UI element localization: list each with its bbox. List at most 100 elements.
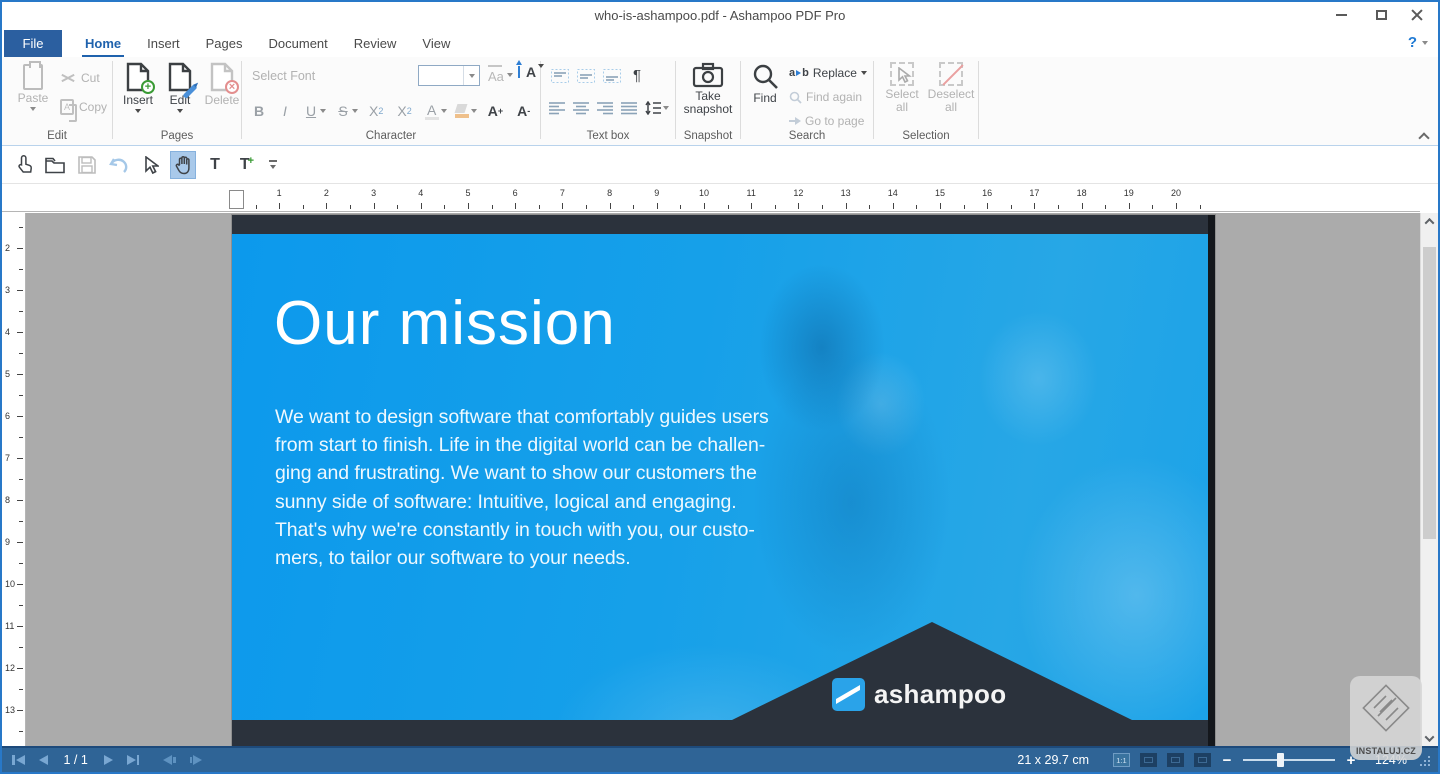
find-button[interactable]: Find: [745, 62, 785, 105]
ruler-number: 11: [5, 621, 15, 631]
collapse-ribbon-button[interactable]: [1419, 131, 1428, 140]
italic-button[interactable]: I: [276, 103, 294, 119]
copy-icon: A: [60, 99, 77, 122]
first-page-button[interactable]: [12, 755, 25, 765]
toolbar-overflow-button[interactable]: [268, 159, 280, 171]
superscript-button[interactable]: X2: [394, 103, 414, 119]
ruler-tick: [255, 205, 257, 209]
document-viewport[interactable]: Our mission We want to design software t…: [27, 213, 1420, 746]
click-tool-button[interactable]: [10, 151, 36, 179]
fit-page-button[interactable]: [1167, 753, 1184, 767]
insert-page-icon: +: [125, 62, 155, 94]
edit-page-button[interactable]: Edit: [161, 62, 199, 113]
ruler-tick: [373, 203, 375, 209]
font-combo[interactable]: [418, 65, 480, 86]
ruler-number: 7: [5, 453, 11, 463]
chevron-down-icon: [440, 109, 447, 113]
justify-button[interactable]: [621, 101, 637, 115]
textbox-align-bottom-button[interactable]: [603, 68, 621, 83]
pdf-page[interactable]: Our mission We want to design software t…: [232, 215, 1215, 746]
font-color-button[interactable]: A: [423, 102, 441, 120]
text-tool-button[interactable]: T: [202, 151, 228, 179]
resize-grip[interactable]: [1419, 755, 1430, 766]
align-left-button[interactable]: [549, 101, 565, 115]
textbox-align-middle-button[interactable]: [577, 68, 595, 83]
tab-pages[interactable]: Pages: [193, 30, 256, 57]
delete-page-button[interactable]: × Delete: [203, 62, 241, 107]
tab-review[interactable]: Review: [341, 30, 410, 57]
replace-button[interactable]: ab Replace: [789, 66, 867, 80]
maximize-button[interactable]: [1364, 2, 1398, 28]
bold-button[interactable]: B: [250, 103, 268, 119]
ruler-tick: [774, 205, 776, 209]
align-right-button[interactable]: [597, 101, 613, 115]
zoom-slider[interactable]: [1243, 753, 1335, 767]
change-case-button[interactable]: Aa: [488, 65, 513, 84]
scroll-up-button[interactable]: [1421, 213, 1438, 229]
highlight-button[interactable]: [454, 104, 471, 118]
help-button[interactable]: ?: [1408, 34, 1428, 51]
take-snapshot-button[interactable]: Take snapshot: [678, 62, 738, 116]
ashampoo-logo-icon: [832, 678, 865, 711]
fit-width-button[interactable]: [1140, 753, 1157, 767]
tab-view[interactable]: View: [409, 30, 463, 57]
zoom-out-button[interactable]: −: [1221, 752, 1233, 769]
tab-insert[interactable]: Insert: [134, 30, 193, 57]
ruler-number: 11: [746, 188, 756, 198]
ruler-number: 18: [1076, 188, 1087, 198]
ruler-tick: [1199, 205, 1201, 209]
strikethrough-button[interactable]: S: [334, 103, 352, 119]
select-all-icon: [890, 62, 914, 86]
minimize-button[interactable]: [1324, 2, 1358, 28]
tab-file[interactable]: File: [4, 30, 62, 57]
scroll-down-button[interactable]: [1421, 730, 1438, 746]
chevron-down-icon: [860, 71, 867, 75]
find-again-button[interactable]: Find again: [789, 90, 862, 104]
copy-button[interactable]: A Copy: [60, 99, 107, 122]
scrollbar-thumb[interactable]: [1423, 247, 1436, 539]
line-spacing-button[interactable]: [645, 101, 669, 115]
hand-tool-button[interactable]: [170, 151, 196, 179]
subscript-button[interactable]: X2: [366, 103, 386, 119]
actual-size-button[interactable]: 1:1: [1113, 753, 1130, 767]
open-file-button[interactable]: [42, 151, 68, 179]
facing-pages-button[interactable]: [1194, 753, 1211, 767]
ruler-number: 6: [512, 188, 518, 198]
formatting-marks-button[interactable]: ¶: [633, 67, 641, 84]
slide-body-text: We want to design software that comforta…: [275, 406, 769, 570]
tab-document[interactable]: Document: [256, 30, 341, 57]
tab-home[interactable]: Home: [72, 30, 134, 58]
deselect-all-button[interactable]: Deselect all: [928, 62, 974, 114]
zoom-slider-handle[interactable]: [1277, 753, 1284, 767]
ruler-tick: [19, 227, 23, 228]
previous-view-button[interactable]: [163, 755, 176, 765]
shrink-font-button[interactable]: A-: [514, 103, 533, 119]
grow-font-button[interactable]: A +: [485, 103, 506, 119]
insert-page-button[interactable]: + Insert: [119, 62, 157, 113]
save-button[interactable]: [74, 151, 100, 179]
align-center-button[interactable]: [573, 101, 589, 115]
go-to-page-button[interactable]: Go to page: [789, 114, 864, 128]
ruler-number: 3: [371, 188, 377, 198]
paste-button[interactable]: Paste: [12, 61, 54, 111]
select-tool-button[interactable]: [138, 151, 164, 179]
clipboard-icon: [23, 61, 43, 90]
instaluj-logo-icon: [1362, 684, 1410, 732]
vertical-scrollbar[interactable]: [1420, 213, 1438, 746]
undo-button[interactable]: [106, 151, 132, 179]
ruler-number: 15: [934, 188, 946, 198]
select-all-button[interactable]: Select all: [880, 62, 924, 114]
ruler-tick: [17, 458, 23, 459]
next-page-button[interactable]: [103, 755, 113, 765]
next-view-button[interactable]: [189, 755, 203, 765]
add-text-tool-button[interactable]: T +: [234, 151, 260, 179]
ruler-tick: [1128, 203, 1130, 209]
ruler-number: 6: [5, 411, 11, 421]
last-page-button[interactable]: [126, 755, 140, 765]
cut-button[interactable]: Cut: [60, 71, 100, 85]
ruler-tick: [680, 205, 682, 209]
textbox-align-top-button[interactable]: [551, 68, 569, 83]
previous-page-button[interactable]: [38, 755, 48, 765]
underline-button[interactable]: U: [302, 103, 320, 119]
close-button[interactable]: [1400, 2, 1434, 28]
